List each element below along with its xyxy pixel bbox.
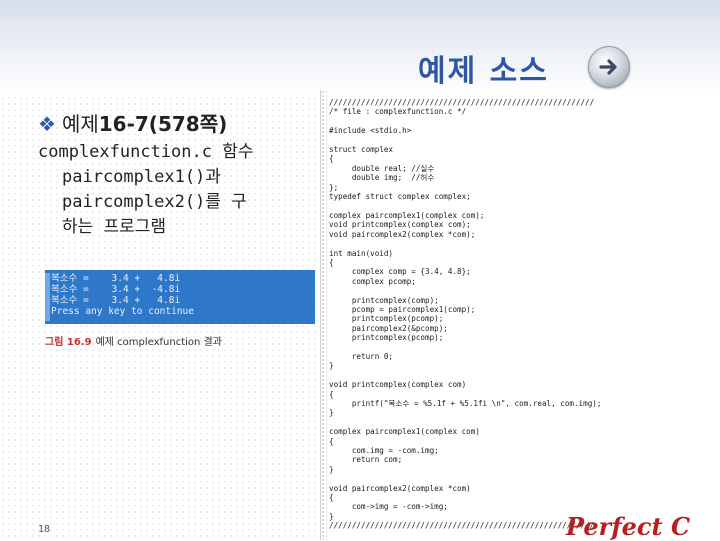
code-line: double real; //실수 [329,163,435,173]
code-line: { [329,436,334,446]
code-line: pcomp = paircomplex1(comp); [329,304,476,314]
code-line: return com; [329,455,403,465]
code-line: complex comp = {3.4, 4.8}; [329,267,471,277]
code-line: return 0; [329,351,394,361]
description-line: complexfunction.c 함수 [38,142,254,162]
description-line: paircomplex1()과 [62,167,221,187]
console-line: 복소수 = 3.4 + 4.8i [51,295,181,306]
console-line: Press any key to continue [51,306,194,317]
code-line: int main(void) [329,248,394,258]
page-number: 18 [38,524,51,535]
code-line: } [329,464,334,474]
code-line: void paircomplex2(complex *com) [329,483,471,493]
code-line: void printcomplex(complex com); [329,220,471,230]
console-line: 복소수 = 3.4 + -4.8i [51,284,181,295]
code-line: paircomplex2(&pcomp); [329,323,448,333]
code-line: double img; //허수 [329,173,435,183]
description-line: paircomplex2()를 구 [62,192,247,212]
console-line: 복소수 = 3.4 + 4.8i [51,273,181,284]
code-line: complex pcomp; [329,276,416,286]
example-prefix: 예제 [61,112,99,136]
code-line: struct complex [329,145,394,155]
slide-title: 예제 소스 [418,54,549,89]
code-line: complex paircomplex1(complex com); [329,210,485,220]
code-line: complex paircomplex1(complex com) [329,427,480,437]
code-line: { [329,154,334,164]
diamond-bullet-icon: ❖ [38,112,56,136]
console-output: 복소수 = 3.4 + 4.8i 복소수 = 3.4 + -4.8i 복소수 =… [45,270,315,324]
code-line: } [329,408,334,418]
arrow-right-circle-icon [599,59,617,75]
example-heading: ❖ 예제16-7(578쪽) [38,108,227,137]
source-code: ////////////////////////////////////////… [329,98,601,531]
example-description: complexfunction.c 함수 paircomplex1()과 pai… [38,140,308,240]
footer-brand: Perfect C [566,512,691,541]
code-line: #include <stdio.h> [329,126,412,136]
code-line: printcomplex(pcomp); [329,333,444,343]
code-line: { [329,257,334,267]
code-line: } [329,511,334,521]
code-line: }; [329,182,339,192]
example-number: 16-7(578쪽) [98,112,228,136]
code-line: com->img = -com->img; [329,502,448,512]
code-line: { [329,389,334,399]
figure-label: 그림 16.9 [45,337,92,348]
code-line: ////////////////////////////////////////… [329,521,595,531]
figure-text: 예제 complexfunction 결과 [95,337,222,348]
console-scroll-indicator [45,273,50,321]
figure-caption: 그림 16.9 예제 complexfunction 결과 [45,333,222,348]
code-line: printf("복소수 = %5.1f + %5.1fi \n", com.re… [329,399,602,408]
code-panel-edge [321,90,327,540]
code-line: } [329,361,334,371]
next-slide-button[interactable] [588,46,630,88]
source-code-panel: ////////////////////////////////////////… [320,90,693,540]
code-line: printcomplex(pcomp); [329,314,444,324]
code-line: { [329,493,334,503]
code-line: void printcomplex(complex com) [329,380,467,390]
code-line: printcomplex(comp); [329,295,439,305]
code-line: typedef struct complex complex; [329,192,471,202]
code-line: com.img = -com.img; [329,446,439,456]
code-line: /* file : complexfunction.c */ [329,107,467,117]
code-line: void paircomplex2(complex *com); [329,229,476,239]
code-line: ////////////////////////////////////////… [329,98,595,107]
description-line: 하는 프로그램 [62,217,167,237]
